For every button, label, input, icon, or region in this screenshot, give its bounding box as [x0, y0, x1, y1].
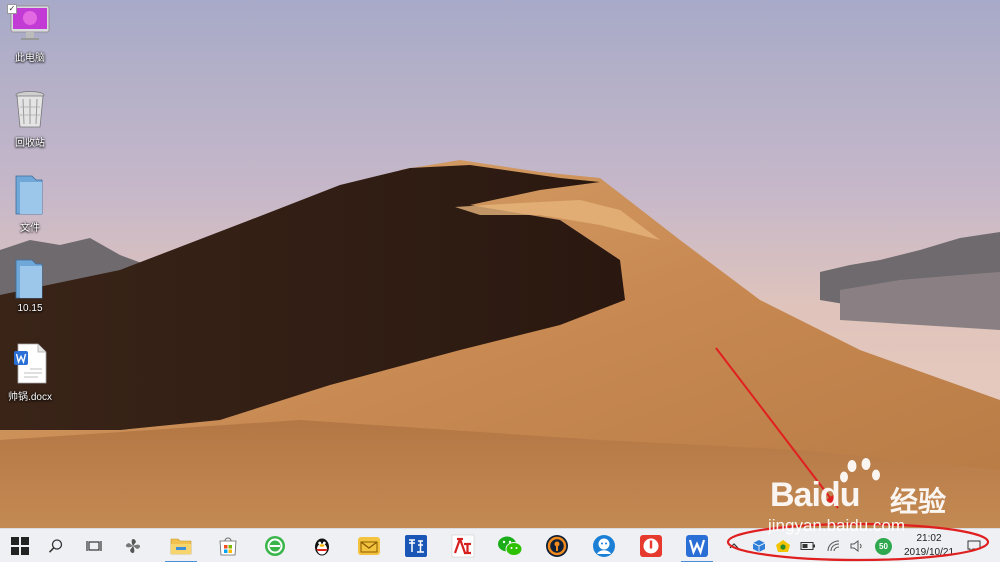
taskbar-app-file-explorer[interactable] — [161, 529, 201, 562]
taskbar-app-wechat[interactable] — [490, 529, 530, 562]
desktop-icon-label: 回收站 — [15, 138, 45, 149]
mail-app-icon — [358, 537, 380, 555]
watermark-cn: 经验 — [890, 486, 947, 517]
start-button[interactable] — [0, 529, 40, 562]
taskbar-app-keyhole[interactable] — [537, 529, 577, 562]
desktop-icon-recycle-bin[interactable]: 回收站 — [2, 87, 58, 165]
search-button[interactable] — [36, 529, 76, 562]
desktop-icon-folder-1015[interactable]: 10.15 — [2, 256, 58, 334]
taskbar-app-tools[interactable] — [396, 529, 436, 562]
microsoft-store-icon — [219, 537, 237, 556]
tray-item-wifi[interactable] — [826, 538, 842, 554]
desktop-icon-docx-file[interactable]: 帅锅.docx — [2, 341, 58, 419]
folder-icon — [15, 259, 43, 299]
tray-overflow-chevron[interactable] — [726, 538, 742, 554]
selection-checkbox[interactable]: ✓ — [7, 4, 17, 14]
tray-item-battery[interactable] — [800, 538, 816, 554]
battery-icon — [800, 542, 815, 550]
taskbar-app-avatar[interactable] — [584, 529, 624, 562]
desktop-icon-label: 帅锅.docx — [8, 392, 52, 403]
tray-badge-circle[interactable]: 50 — [875, 538, 892, 555]
taskbar-app-red-letters[interactable] — [443, 529, 483, 562]
taskbar-app-qq[interactable] — [302, 529, 342, 562]
green-browser-icon — [265, 536, 285, 556]
folder-icon — [15, 175, 43, 215]
wps-document-icon — [14, 343, 47, 384]
file-explorer-icon — [170, 538, 192, 555]
red-power-app-icon — [640, 535, 662, 557]
search-icon — [48, 539, 63, 553]
taskbar-app-store[interactable] — [208, 529, 248, 562]
blue-tools-app-icon — [405, 535, 427, 557]
baidu-jingyan-watermark: Baidu 经验 jingyan.baidu.com — [768, 458, 958, 538]
desktop-icon-label: 此电脑 — [15, 53, 45, 64]
clock-date: 2019/10/21 — [903, 547, 955, 558]
pinwheel-app-icon — [125, 538, 141, 554]
notification-icon — [967, 540, 981, 552]
chevron-up-icon — [729, 543, 739, 549]
recycle-bin-icon — [15, 91, 45, 128]
wechat-icon — [498, 536, 523, 556]
desktop-icon-this-pc[interactable]: ✓ 此电脑 — [2, 2, 58, 80]
blue-cube-icon — [752, 540, 766, 552]
tray-item-cube[interactable] — [751, 538, 767, 554]
taskbar-app-green-browser[interactable] — [255, 529, 295, 562]
desktop-icon-label: 10.15 — [17, 303, 43, 314]
desktop-icon-label: 文件 — [20, 223, 40, 234]
watermark-url: jingyan.baidu.com — [768, 516, 906, 535]
task-view-button[interactable] — [74, 529, 114, 562]
wps-office-icon — [686, 535, 708, 557]
tray-item-security[interactable] — [775, 538, 791, 554]
windows-start-icon — [11, 537, 29, 555]
taskbar-app-wps[interactable] — [677, 529, 717, 562]
taskbar-app-mail[interactable] — [349, 529, 389, 562]
task-view-icon — [86, 541, 102, 551]
taskbar-app-pinwheel[interactable] — [113, 529, 153, 562]
watermark-brand: Baidu — [770, 476, 860, 514]
desktop-icon-folder-files[interactable]: 文件 — [2, 172, 58, 250]
red-letters-app-icon — [451, 534, 475, 558]
qq-penguin-icon — [315, 538, 329, 556]
blue-avatar-app-icon — [593, 535, 615, 557]
wifi-icon — [827, 540, 840, 552]
taskbar-app-power[interactable] — [631, 529, 671, 562]
action-center-button[interactable] — [966, 538, 982, 554]
yellow-shield-icon — [776, 540, 790, 552]
speaker-icon — [850, 540, 862, 552]
tray-item-volume[interactable] — [849, 538, 865, 554]
orange-keyhole-app-icon — [546, 535, 568, 557]
